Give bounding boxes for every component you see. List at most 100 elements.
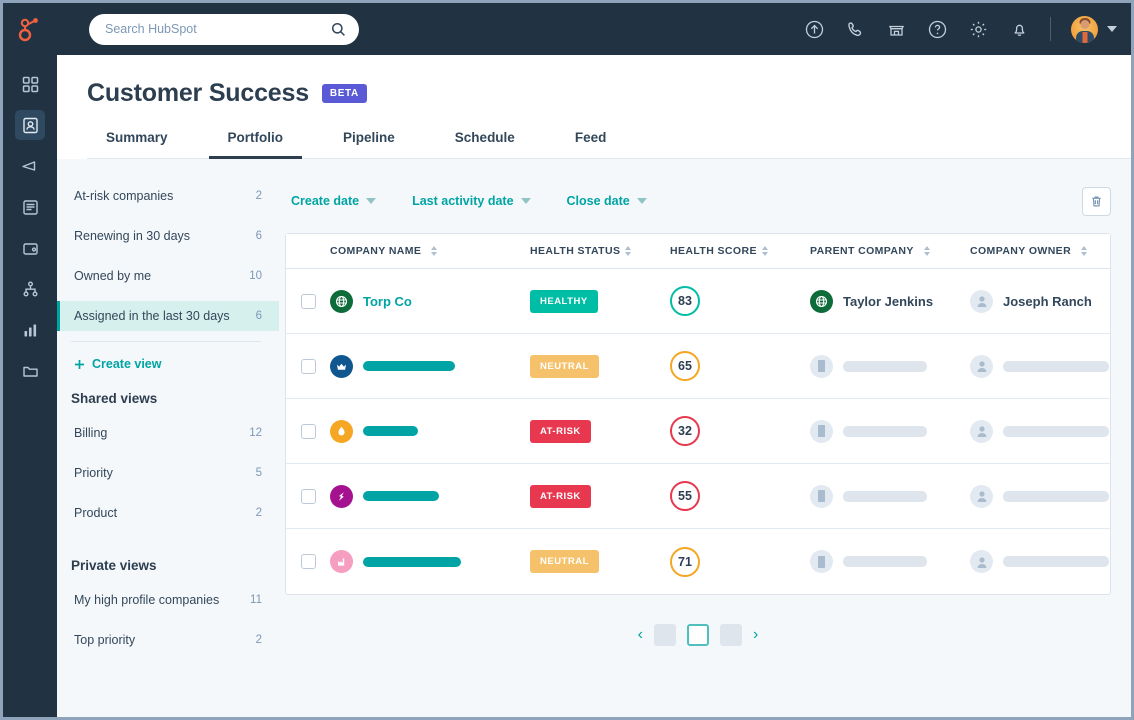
upgrade-icon[interactable]: [804, 19, 825, 40]
tab-summary[interactable]: Summary: [87, 130, 187, 159]
health-status-badge: AT-RISK: [530, 484, 591, 508]
sort-icon[interactable]: [431, 246, 438, 256]
search-input[interactable]: [105, 22, 331, 36]
view-label: My high profile companies: [74, 593, 220, 607]
page-button-active[interactable]: [687, 624, 709, 646]
sort-icon[interactable]: [1081, 246, 1088, 256]
owner-avatar: [970, 419, 993, 443]
company-avatar: [330, 484, 353, 508]
sidebar-item-automation[interactable]: [15, 274, 45, 304]
table-area: Create date Last activity date Close dat…: [279, 159, 1131, 717]
view-label: At-risk companies: [74, 189, 174, 203]
chevron-left-icon[interactable]: ‹: [638, 627, 643, 643]
row-checkbox[interactable]: [300, 358, 316, 374]
person-icon: [977, 491, 986, 502]
page-header: Customer Success BETA Summary Portfolio …: [57, 55, 1131, 159]
hubspot-app-window: Customer Success BETA Summary Portfolio …: [0, 0, 1134, 720]
table-row[interactable]: Torp Co HEALTHY 83 Taylor Jenkins Joseph…: [286, 269, 1110, 334]
hubspot-logo[interactable]: [3, 3, 57, 55]
filter-label: Close date: [566, 194, 630, 208]
phone-icon[interactable]: [845, 19, 866, 40]
column-label: HEALTH STATUS: [530, 245, 621, 257]
sidebar-item-conversations[interactable]: [15, 192, 45, 222]
status-badge: BETA: [321, 84, 367, 103]
filter-close-date[interactable]: Close date: [567, 194, 647, 208]
view-item-renewing-in-30-days[interactable]: Renewing in 30 days 6: [57, 221, 279, 251]
cell-company-name: [330, 419, 530, 443]
view-item-assigned-in-the-last-30-days[interactable]: Assigned in the last 30 days 6: [57, 301, 279, 331]
globe-icon: [335, 295, 348, 307]
table-row[interactable]: AT-RISK 32: [286, 399, 1110, 464]
view-item-priority[interactable]: Priority 5: [57, 458, 279, 488]
filter-create-date[interactable]: Create date: [291, 194, 377, 208]
sort-icon[interactable]: [761, 246, 768, 256]
cell-company-owner: [970, 419, 1110, 443]
table-row[interactable]: NEUTRAL 65: [286, 334, 1110, 399]
row-checkbox[interactable]: [300, 488, 316, 504]
view-item-my-high-profile-companies[interactable]: My high profile companies 11: [57, 585, 279, 615]
view-label: Top priority: [74, 633, 136, 647]
sidebar-item-dashboard[interactable]: [15, 69, 45, 99]
view-count: 2: [255, 634, 262, 646]
column-header-parent-company[interactable]: PARENT COMPANY: [810, 245, 970, 257]
marketplace-icon[interactable]: [886, 19, 907, 40]
table-header-row: COMPANY NAME HEALTH STATUS HEALTH SCORE: [286, 234, 1110, 269]
tab-pipeline[interactable]: Pipeline: [324, 130, 414, 159]
sidebar-item-library[interactable]: [15, 356, 45, 386]
globe-icon: [815, 295, 828, 307]
user-menu[interactable]: [1071, 15, 1117, 43]
sort-icon[interactable]: [625, 246, 632, 256]
page-button[interactable]: [654, 624, 676, 646]
table-row[interactable]: AT-RISK 55: [286, 464, 1110, 529]
row-checkbox[interactable]: [300, 423, 316, 439]
notifications-bell-icon[interactable]: [1009, 19, 1030, 40]
delete-button[interactable]: [1082, 186, 1111, 216]
chevron-down-icon[interactable]: [1107, 26, 1117, 32]
chevron-right-icon[interactable]: ›: [753, 627, 758, 643]
create-view-button[interactable]: Create view: [57, 342, 279, 371]
chevron-down-icon: [636, 198, 647, 204]
view-item-billing[interactable]: Billing 12: [57, 418, 279, 448]
column-header-health-score[interactable]: HEALTH SCORE: [670, 245, 810, 257]
sidebar-item-contacts[interactable]: [15, 110, 45, 140]
company-avatar: [330, 419, 353, 443]
table-row[interactable]: NEUTRAL 71: [286, 529, 1110, 594]
factory-icon: [338, 558, 345, 566]
parent-company-avatar: [810, 289, 833, 313]
page-title: Customer Success: [87, 79, 309, 107]
create-view-label: Create view: [92, 357, 162, 371]
view-item-product[interactable]: Product 2: [57, 498, 279, 528]
parent-company-avatar: [810, 484, 833, 508]
view-item-top-priority[interactable]: Top priority 2: [57, 625, 279, 655]
health-status-badge: HEALTHY: [530, 289, 598, 313]
column-header-health-status[interactable]: HEALTH STATUS: [530, 245, 670, 257]
view-item-at-risk-companies[interactable]: At-risk companies 2: [57, 181, 279, 211]
crown-icon: [337, 363, 346, 370]
view-label: Product: [74, 506, 118, 520]
tab-schedule[interactable]: Schedule: [436, 130, 534, 159]
view-label: Renewing in 30 days: [74, 229, 191, 243]
row-checkbox[interactable]: [300, 293, 316, 309]
health-status-badge: AT-RISK: [530, 419, 591, 443]
settings-gear-icon[interactable]: [968, 19, 989, 40]
help-icon[interactable]: [927, 19, 948, 40]
tab-portfolio[interactable]: Portfolio: [208, 130, 303, 159]
column-header-company-name[interactable]: COMPANY NAME: [330, 245, 530, 257]
topbar-actions: [804, 15, 1117, 43]
row-checkbox[interactable]: [300, 554, 316, 569]
avatar[interactable]: [1071, 15, 1098, 43]
sidebar-item-marketing[interactable]: [15, 151, 45, 181]
sidebar-item-reporting[interactable]: [15, 315, 45, 345]
view-item-owned-by-me[interactable]: Owned by me 10: [57, 261, 279, 291]
page-button[interactable]: [720, 624, 742, 646]
column-header-company-owner[interactable]: COMPANY OWNER: [970, 245, 1110, 257]
company-name-link[interactable]: Torp Co: [363, 294, 412, 309]
filter-last-activity-date[interactable]: Last activity date: [412, 194, 531, 208]
sidebar-item-commerce[interactable]: [15, 233, 45, 263]
tab-feed[interactable]: Feed: [556, 130, 626, 159]
cell-health-status: HEALTHY: [530, 289, 670, 313]
sort-icon[interactable]: [923, 246, 930, 256]
trash-icon: [1092, 196, 1101, 206]
search-box[interactable]: [89, 13, 359, 45]
view-label: Owned by me: [74, 269, 152, 283]
